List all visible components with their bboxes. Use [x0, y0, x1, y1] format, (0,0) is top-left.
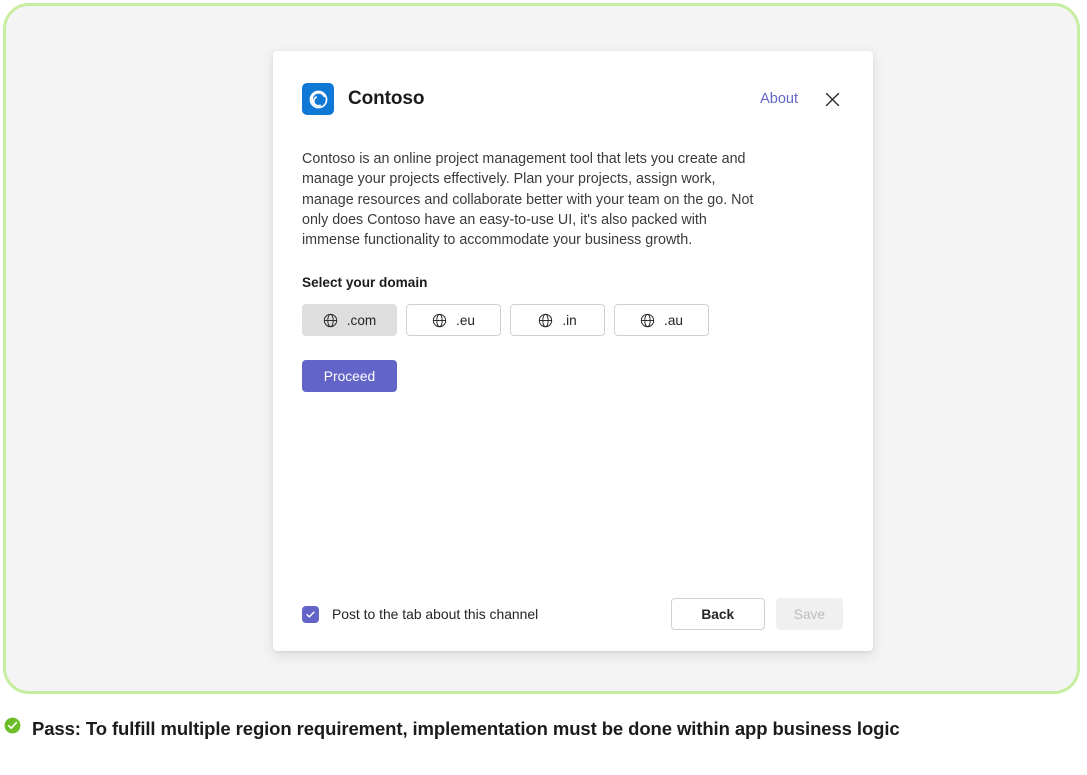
post-to-tab-checkbox[interactable] [302, 605, 319, 623]
close-icon[interactable] [821, 88, 843, 110]
about-link[interactable]: About [760, 91, 798, 107]
result-caption-text: Pass: To fulfill multiple region require… [32, 718, 900, 739]
result-frame: Contoso About Contoso is an online proje… [3, 3, 1080, 694]
domain-option-label: .com [346, 312, 377, 328]
globe-icon [640, 313, 655, 328]
domain-option-label: .in [562, 312, 577, 328]
save-button: Save [775, 598, 843, 630]
domain-option-au[interactable]: .au [614, 304, 709, 337]
domain-option-label: .eu [456, 312, 475, 328]
dialog-footer: Post to the tab about this channel Back … [273, 577, 873, 651]
dialog-title: Contoso [348, 88, 425, 109]
domain-option-eu[interactable]: .eu [406, 304, 501, 337]
dialog-header: Contoso About [273, 51, 873, 120]
domain-option-label: .au [664, 312, 683, 328]
dialog-body: Contoso is an online project management … [273, 149, 873, 393]
check-circle-icon [4, 717, 21, 734]
result-caption: Pass: To fulfill multiple region require… [4, 713, 1034, 744]
post-to-tab-checkbox-group[interactable]: Post to the tab about this channel [302, 605, 539, 623]
contoso-dialog: Contoso About Contoso is an online proje… [273, 51, 873, 651]
globe-icon [538, 313, 553, 328]
globe-icon [432, 313, 447, 328]
back-button[interactable]: Back [670, 598, 765, 630]
domain-options-group: .com .eu .in .au [302, 304, 843, 337]
globe-icon [323, 313, 338, 328]
domain-option-com[interactable]: .com [302, 304, 397, 337]
domain-section-label: Select your domain [302, 275, 428, 291]
post-to-tab-label: Post to the tab about this channel [332, 606, 539, 622]
proceed-button[interactable]: Proceed [302, 360, 397, 393]
contoso-spiral-logo-icon [302, 83, 334, 115]
domain-option-in[interactable]: .in [510, 304, 605, 337]
app-description: Contoso is an online project management … [302, 151, 754, 249]
